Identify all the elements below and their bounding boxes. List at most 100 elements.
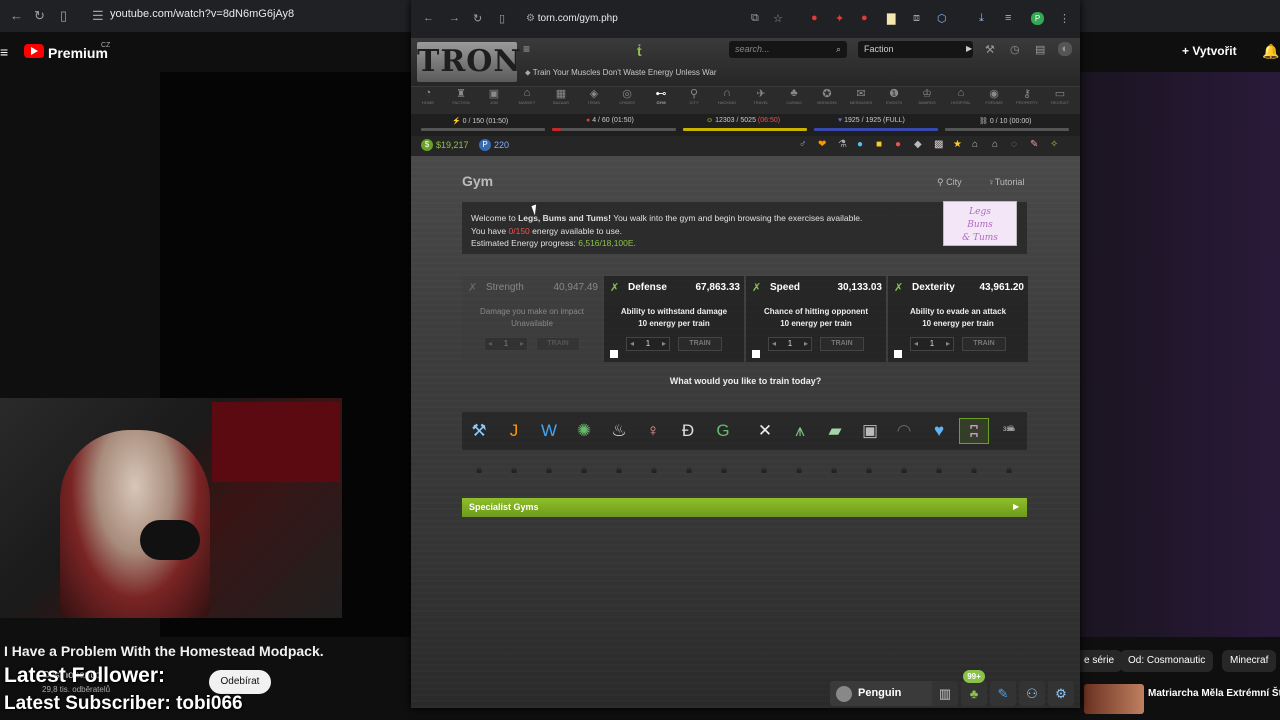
job-status-icon[interactable]: ■ bbox=[876, 139, 882, 150]
energy-bar-text[interactable]: ⚡ 0 / 150 (01:50) bbox=[452, 117, 508, 125]
recommended-thumbnail[interactable] bbox=[1084, 684, 1144, 714]
train-button[interactable]: TRAIN bbox=[536, 337, 580, 351]
train-button[interactable]: TRAIN bbox=[678, 337, 722, 351]
nav-events[interactable]: ❶ EVENTS bbox=[879, 87, 909, 105]
faction-dropdown[interactable]: Faction bbox=[858, 41, 973, 58]
download-icon[interactable]: ⤓ bbox=[979, 12, 984, 25]
chip-series[interactable]: e série bbox=[1076, 650, 1123, 672]
nav-missions[interactable]: ✪ MISSIONS bbox=[812, 87, 842, 105]
donator-icon[interactable]: ● bbox=[857, 139, 863, 150]
booster-icon[interactable]: ✧ bbox=[1050, 139, 1058, 150]
extension-window-icon[interactable]: ⧈ bbox=[913, 12, 920, 25]
education-icon[interactable]: ⚗ bbox=[838, 139, 847, 150]
increment-icon[interactable]: ▸ bbox=[946, 338, 950, 350]
chip-from-channel[interactable]: Od: Cosmonautic bbox=[1120, 650, 1214, 672]
extension-record-icon[interactable]: ● bbox=[811, 12, 818, 24]
specialist-gyms-bar[interactable] bbox=[462, 498, 1027, 517]
search-icon[interactable]: ⌕ bbox=[836, 44, 841, 55]
pour-femme-icon[interactable]: ♀ bbox=[638, 418, 668, 444]
chat-faction-icon[interactable]: ▥ bbox=[932, 681, 958, 706]
refresh-status-icon[interactable]: ◌ bbox=[1011, 139, 1017, 150]
back-icon[interactable]: ← bbox=[10, 8, 23, 23]
city-link[interactable]: ⚲ City bbox=[937, 177, 962, 188]
nav-hospital[interactable]: ⌂ HOSPITAL bbox=[946, 87, 976, 105]
company-icon[interactable]: ● bbox=[895, 139, 901, 150]
nav-faction[interactable]: ♜ FACTION bbox=[446, 87, 476, 105]
chip-minecraft[interactable]: Minecraf bbox=[1222, 650, 1277, 672]
reload-icon[interactable]: ↻ bbox=[473, 12, 482, 25]
favorite-icon[interactable]: ★ bbox=[953, 139, 962, 150]
complete-cardio-icon[interactable]: ♥ bbox=[924, 418, 954, 444]
clock-icon[interactable]: ◷ bbox=[1010, 43, 1020, 56]
nav-job[interactable]: ▣ JOB bbox=[479, 87, 509, 105]
nav-market[interactable]: ⌂ MARKET bbox=[512, 87, 542, 105]
davies-den-icon[interactable]: Ɖ bbox=[673, 418, 703, 444]
extension-icon[interactable]: ✦ bbox=[835, 12, 844, 25]
premier-fitness-icon[interactable]: ⚒ bbox=[464, 418, 494, 444]
stat-checkbox[interactable] bbox=[752, 350, 760, 358]
nav-casino[interactable]: ♣ CASINO bbox=[779, 87, 809, 105]
faction-status-icon[interactable]: ◆ bbox=[914, 139, 922, 150]
quantity-stepper[interactable]: ◂ 1 ▸ bbox=[484, 337, 528, 351]
stat-checkbox[interactable] bbox=[610, 350, 618, 358]
friends-icon[interactable]: ⚇ bbox=[1019, 681, 1045, 706]
torn-address-bar[interactable]: ⚙ torn.com/gym.php bbox=[526, 9, 796, 29]
profile-avatar-icon[interactable]: P bbox=[1031, 12, 1044, 25]
stat-checkbox[interactable] bbox=[894, 350, 902, 358]
pencil-icon[interactable]: ✎ bbox=[990, 681, 1016, 706]
back-icon[interactable]: ← bbox=[423, 12, 434, 24]
notebook-icon[interactable]: ▤ bbox=[1035, 43, 1045, 56]
nav-recruit[interactable]: ▭ RECRUIT bbox=[1045, 87, 1075, 105]
heart-status-icon[interactable]: ❤ bbox=[818, 139, 826, 150]
train-button[interactable]: TRAIN bbox=[820, 337, 864, 351]
money-value[interactable]: $19,217 bbox=[436, 140, 469, 150]
nav-city[interactable]: ⚲ CITY bbox=[679, 87, 709, 105]
nav-home[interactable]: ◔ HOME bbox=[413, 87, 443, 105]
nav-forums[interactable]: ◉ FORUMS bbox=[979, 87, 1009, 105]
global-gym-icon[interactable]: G bbox=[708, 418, 738, 444]
life-bar-text[interactable]: ♥ 1925 / 1925 (FULL) bbox=[838, 117, 905, 124]
decrement-icon[interactable]: ◂ bbox=[772, 338, 776, 350]
train-button[interactable]: TRAIN bbox=[962, 337, 1006, 351]
nav-travel[interactable]: ✈ TRAVEL bbox=[746, 87, 776, 105]
nav-bazaar[interactable]: ▦ BAZAAR bbox=[546, 87, 576, 105]
points-value[interactable]: 220 bbox=[494, 140, 509, 150]
increment-icon[interactable]: ▸ bbox=[804, 338, 808, 350]
average-joes-icon[interactable]: J bbox=[499, 418, 529, 444]
user-avatar-icon[interactable]: ◐ bbox=[1058, 42, 1072, 56]
torn-logo[interactable]: TRON bbox=[417, 42, 521, 82]
property-status-icon[interactable]: ⌂ bbox=[972, 139, 978, 150]
decrement-icon[interactable]: ◂ bbox=[488, 338, 492, 350]
stocks-icon[interactable]: ▩ bbox=[934, 139, 943, 150]
gym-header-icon[interactable]: ⚒ bbox=[985, 43, 995, 56]
bell-icon[interactable]: 🔔 bbox=[1262, 43, 1279, 60]
nav-gym[interactable]: ⊷ GYM bbox=[646, 87, 676, 105]
tutorial-link[interactable]: ♀Tutorial bbox=[988, 177, 1024, 187]
decrement-icon[interactable]: ◂ bbox=[914, 338, 918, 350]
quantity-stepper[interactable]: ◂ 1 ▸ bbox=[626, 337, 670, 351]
nerve-bar-text[interactable]: ● 4 / 60 (01:50) bbox=[586, 117, 634, 124]
menu-icon[interactable]: ≡ bbox=[0, 44, 8, 60]
nav-hacking[interactable]: ∩ HACKING bbox=[712, 87, 742, 105]
nav-property[interactable]: ⚷ PROPERTY bbox=[1012, 87, 1042, 105]
quantity-stepper[interactable]: ◂ 1 ▸ bbox=[768, 337, 812, 351]
increment-icon[interactable]: ▸ bbox=[662, 338, 666, 350]
subscribe-button[interactable]: Odebírat bbox=[209, 670, 271, 694]
drug-icon[interactable]: ✎ bbox=[1030, 139, 1038, 150]
sidebar-icon[interactable]: ▯ bbox=[60, 8, 67, 24]
search-input[interactable]: search... bbox=[729, 41, 847, 58]
decrement-icon[interactable]: ◂ bbox=[630, 338, 634, 350]
create-button[interactable]: + Vytvořit bbox=[1182, 44, 1237, 58]
core-gym-icon[interactable]: ▣ bbox=[855, 418, 885, 444]
bank-icon[interactable]: ⌂ bbox=[992, 139, 998, 150]
youtube-address-bar[interactable]: youtube.com/watch?v=8dN6mG6jAy8 bbox=[110, 8, 294, 20]
site-info-icon[interactable]: ☰ bbox=[92, 8, 104, 24]
legs-bums-tums-icon[interactable]: ʭ bbox=[959, 418, 989, 444]
reload-icon[interactable]: ↻ bbox=[34, 8, 45, 24]
recommended-title[interactable]: Matriarcha Měla Extrémní Št bbox=[1148, 688, 1280, 699]
more-icon[interactable]: ⋮ bbox=[1059, 12, 1070, 25]
racing-fitness-icon[interactable]: ◠ bbox=[889, 418, 919, 444]
extension-puzzle-icon[interactable]: ⬡ bbox=[937, 12, 947, 25]
nav-items[interactable]: ◈ ITEMS bbox=[579, 87, 609, 105]
extension-red-icon[interactable]: ● bbox=[861, 12, 868, 24]
